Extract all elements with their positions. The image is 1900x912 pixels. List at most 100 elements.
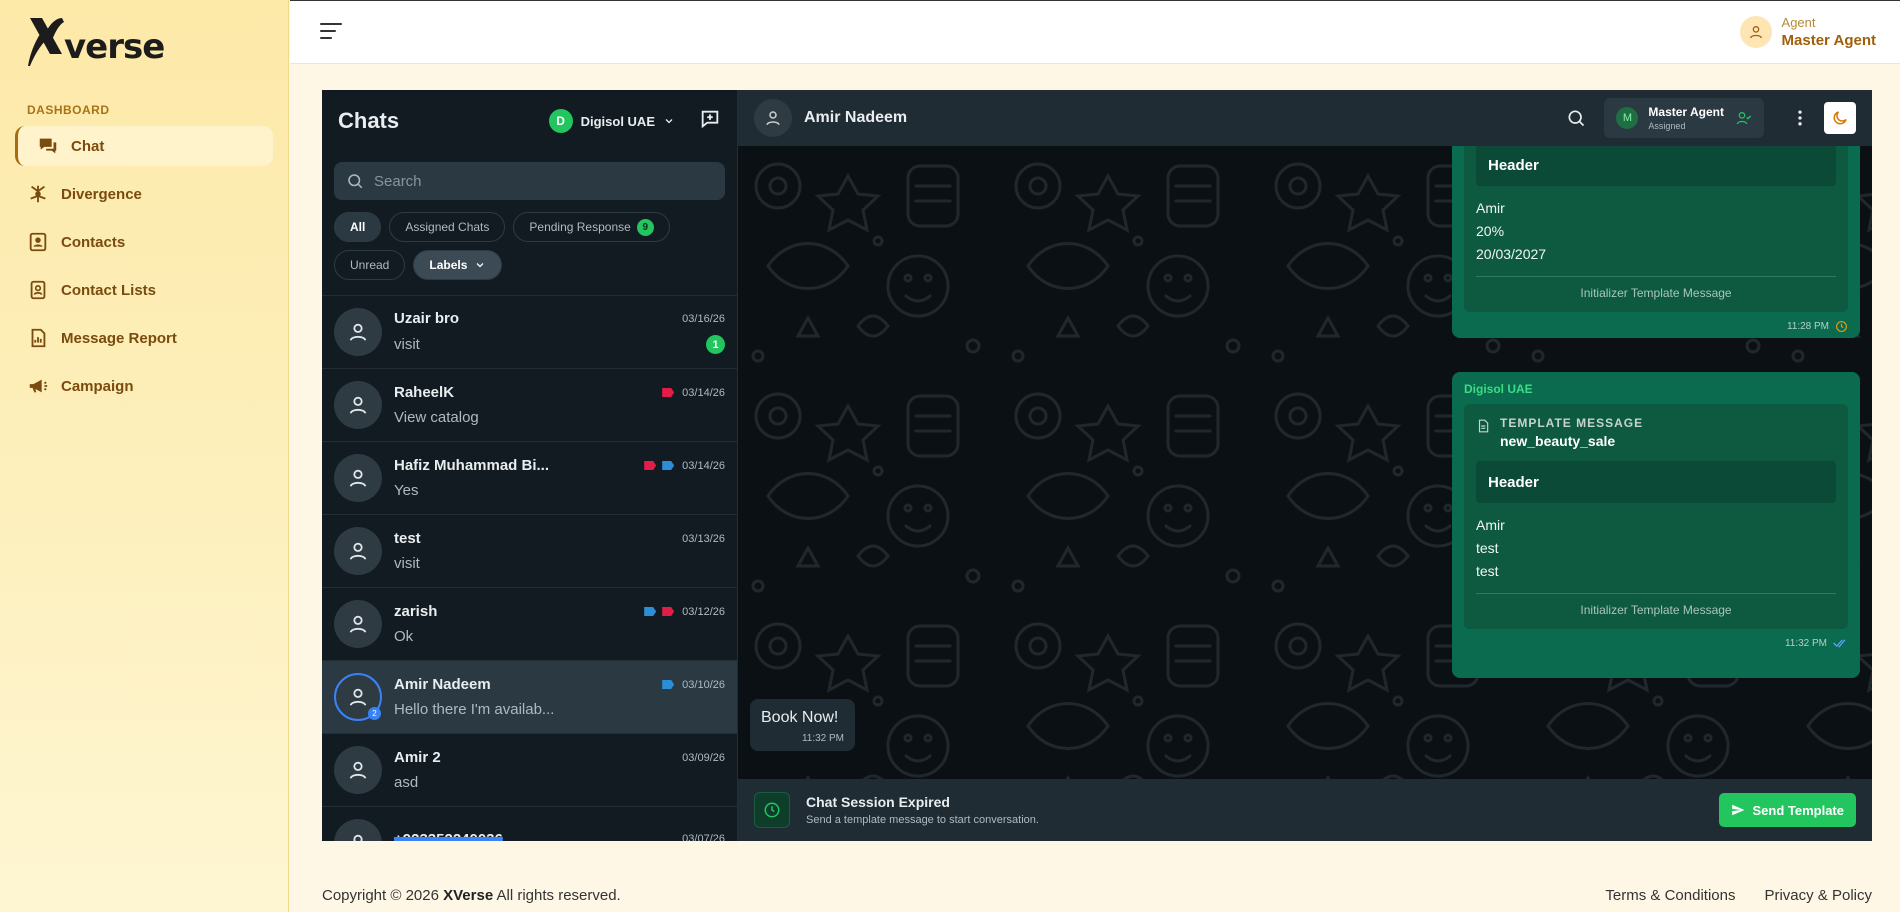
message-time-row: 11:32 PM	[1464, 637, 1848, 649]
sidebar-item-campaign[interactable]: Campaign	[15, 366, 273, 406]
chat-contact-name: Hafiz Muhammad Bi...	[394, 457, 550, 474]
sidebar-item-chat[interactable]: Chat	[15, 126, 273, 166]
chat-last-message: visit	[394, 555, 420, 572]
chat-row[interactable]: 2 Amir Nadeem 03/10/26 Hello there I'm a…	[322, 660, 737, 733]
chat-contact-name: RaheelK	[394, 384, 455, 401]
org-name: Digisol UAE	[580, 113, 655, 129]
search-icon[interactable]	[1560, 102, 1592, 134]
filter-all[interactable]: All	[334, 212, 382, 242]
chat-bubbles-icon	[37, 135, 59, 157]
sidebar-item-divergence[interactable]: Divergence	[15, 174, 273, 214]
chat-row[interactable]: test 03/13/26 visit	[322, 514, 737, 587]
template-line: test	[1476, 563, 1499, 579]
contact-avatar-icon	[334, 308, 382, 356]
template-kind: TEMPLATE MESSAGE	[1500, 416, 1644, 430]
template-line: Amir	[1476, 517, 1505, 533]
chat-row[interactable]: Amir 2 03/09/26 asd	[322, 733, 737, 806]
label-tag-icon	[662, 461, 675, 470]
template-header: Header	[1476, 146, 1836, 186]
chat-contact-name: Uzair bro	[394, 310, 460, 327]
chat-row[interactable]: zarish 03/12/26 Ok	[322, 587, 737, 660]
filter-labels-text: Labels	[429, 258, 468, 272]
chat-row-body: RaheelK 03/14/26 View catalog	[394, 384, 725, 426]
contact-avatar-icon	[334, 381, 382, 429]
label-tag-icon	[662, 680, 675, 689]
sidebar-item-label: Campaign	[61, 377, 134, 395]
more-vertical-icon[interactable]	[1784, 102, 1816, 134]
filter-assigned-chats[interactable]: Assigned Chats	[389, 212, 506, 242]
org-selector[interactable]: D Digisol UAE	[548, 109, 675, 133]
contact-name[interactable]: Amir Nadeem	[804, 109, 1552, 127]
chat-last-message: Ok	[394, 628, 414, 645]
assigned-agent[interactable]: M Master Agent Assigned	[1604, 98, 1764, 138]
chat-app: Chats D Digisol UAE All Assigned Chats P…	[322, 90, 1872, 841]
chat-last-message: View catalog	[394, 409, 479, 426]
chat-date: 03/14/26	[682, 459, 725, 472]
filter-labels[interactable]: Labels	[413, 250, 503, 280]
agent-count-badge: 2	[368, 707, 381, 720]
label-tag-icon	[662, 388, 675, 397]
clock-icon	[754, 792, 790, 828]
filter-pending-label: Pending Response	[529, 220, 631, 234]
double-check-icon	[1833, 639, 1846, 648]
user-name: Master Agent	[1781, 32, 1876, 49]
xverse-logo[interactable]: verse	[26, 14, 165, 72]
agent-name: Master Agent	[1648, 105, 1724, 119]
label-tag-icon	[644, 607, 657, 616]
chat-filters: All Assigned Chats Pending Response 9 Un…	[322, 200, 737, 280]
user-profile[interactable]: Agent Master Agent	[1739, 15, 1876, 49]
sidebar-item-label: Contact Lists	[61, 281, 157, 299]
privacy-link[interactable]: Privacy & Policy	[1764, 887, 1872, 904]
send-template-button[interactable]: Send Template	[1719, 793, 1856, 827]
chat-list-header: Chats D Digisol UAE	[322, 90, 737, 152]
contact-avatar-icon[interactable]	[754, 99, 792, 137]
chat-row-body: +923352240036 03/07/26	[394, 831, 725, 842]
template-header: Header	[1476, 461, 1836, 503]
filter-pending-response[interactable]: Pending Response 9	[513, 212, 670, 242]
chevron-down-icon	[665, 119, 673, 124]
hamburger-menu-icon[interactable]	[320, 23, 342, 43]
message-time: 11:28 PM	[1786, 321, 1829, 332]
send-icon	[1732, 804, 1745, 816]
template-footer: Initializer Template Message	[1476, 593, 1836, 617]
search-icon	[348, 174, 363, 189]
chat-row-body: Uzair bro 03/16/26 visit 1	[394, 310, 725, 354]
new-chat-icon[interactable]	[699, 108, 721, 135]
sidebar-item-message-report[interactable]: Message Report	[15, 318, 273, 358]
chat-row-body: test 03/13/26 visit	[394, 530, 725, 572]
send-template-label: Send Template	[1752, 802, 1844, 818]
pending-count-badge: 9	[636, 218, 654, 236]
contact-avatar-icon	[334, 746, 382, 794]
conversation-panel: Amir Nadeem M Master Agent Assigned Head…	[738, 90, 1872, 841]
contacts-book-icon	[27, 231, 49, 253]
chat-row-body: Hafiz Muhammad Bi... 03/14/26 Yes	[394, 457, 725, 499]
chat-row[interactable]: +923352240036 03/07/26	[322, 806, 737, 841]
template-line: test	[1476, 540, 1499, 556]
message-area: Header Amir 20% 20/03/2027 Initializer T…	[738, 146, 1872, 779]
pending-clock-icon	[1836, 321, 1847, 332]
label-tag-icon	[644, 461, 657, 470]
chat-row[interactable]: Hafiz Muhammad Bi... 03/14/26 Yes	[322, 441, 737, 514]
sidebar-item-contacts[interactable]: Contacts	[15, 222, 273, 262]
filter-unread[interactable]: Unread	[334, 250, 406, 280]
moon-icon[interactable]	[1824, 102, 1856, 134]
chat-row[interactable]: RaheelK 03/14/26 View catalog	[322, 368, 737, 441]
terms-link[interactable]: Terms & Conditions	[1605, 887, 1735, 904]
section-label: DASHBOARD	[27, 103, 110, 117]
contact-avatar-icon: 2	[334, 673, 382, 721]
copyright-brand: XVerse	[443, 887, 494, 904]
template-name: new_beauty_sale	[1500, 433, 1616, 449]
sidebar-item-label: Divergence	[61, 185, 142, 203]
session-expired-subtitle: Send a template message to start convers…	[806, 814, 1039, 826]
unread-badge: 1	[706, 335, 725, 354]
chat-row[interactable]: Uzair bro 03/16/26 visit 1	[322, 295, 737, 368]
chat-rows: Uzair bro 03/16/26 visit 1 RaheelK 03/14…	[322, 295, 737, 841]
chat-row-body: Amir Nadeem 03/10/26 Hello there I'm ava…	[394, 676, 725, 718]
sidebar-item-contact-lists[interactable]: Contact Lists	[15, 270, 273, 310]
topbar: Agent Master Agent	[290, 0, 1900, 64]
chats-title: Chats	[338, 108, 400, 133]
document-icon	[1478, 419, 1489, 433]
search-input[interactable]	[374, 172, 704, 190]
sidebar-nav: Chat Divergence Contacts Contact Lists M…	[15, 126, 273, 414]
logo-text: verse	[64, 27, 165, 67]
